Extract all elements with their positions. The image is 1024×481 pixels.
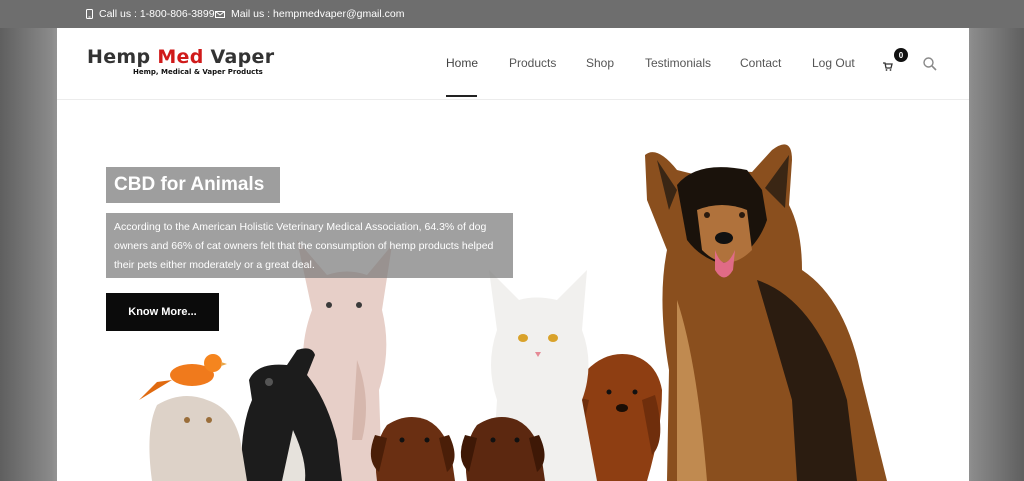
site-header: Hemp Med Vaper Hemp, Medical & Vaper Pro… xyxy=(57,28,969,100)
phone-icon xyxy=(86,9,93,19)
search-button[interactable] xyxy=(923,57,937,76)
nav-logout[interactable]: Log Out xyxy=(812,56,855,70)
nav-shop[interactable]: Shop xyxy=(586,56,614,70)
puppy-left xyxy=(370,416,455,481)
nav-home[interactable]: Home xyxy=(446,56,478,70)
know-more-button[interactable]: Know More... xyxy=(106,293,219,331)
hero-slider: CBD for Animals According to the America… xyxy=(57,100,969,481)
mail-icon xyxy=(215,10,225,18)
orange-bird xyxy=(139,354,227,400)
mail-contact[interactable]: Mail us : hempmedvaper@gmail.com xyxy=(215,8,404,20)
cart-count-badge: 0 xyxy=(894,48,908,62)
mail-text: Mail us : hempmedvaper@gmail.com xyxy=(231,8,405,20)
persian-cat xyxy=(149,396,247,481)
main-nav: Home Products Shop Testimonials Contact … xyxy=(57,28,969,99)
cart-icon xyxy=(883,62,893,71)
nav-contact[interactable]: Contact xyxy=(740,56,781,70)
pets-photo xyxy=(139,144,887,481)
page-container: Hemp Med Vaper Hemp, Medical & Vaper Pro… xyxy=(57,28,969,481)
hero-title: CBD for Animals xyxy=(106,167,280,203)
nav-testimonials[interactable]: Testimonials xyxy=(645,56,711,70)
nav-products[interactable]: Products xyxy=(509,56,556,70)
active-nav-underline xyxy=(446,95,477,97)
cart-button[interactable]: 0 xyxy=(883,48,908,76)
search-icon xyxy=(923,57,937,71)
hero-description: According to the American Holistic Veter… xyxy=(106,213,513,278)
phone-contact[interactable]: Call us : 1-800-806-3899 xyxy=(86,8,215,20)
german-shepherd-dog xyxy=(645,144,887,481)
top-info-bar: Call us : 1-800-806-3899 Mail us : hempm… xyxy=(0,0,1024,28)
phone-text: Call us : 1-800-806-3899 xyxy=(99,8,215,20)
